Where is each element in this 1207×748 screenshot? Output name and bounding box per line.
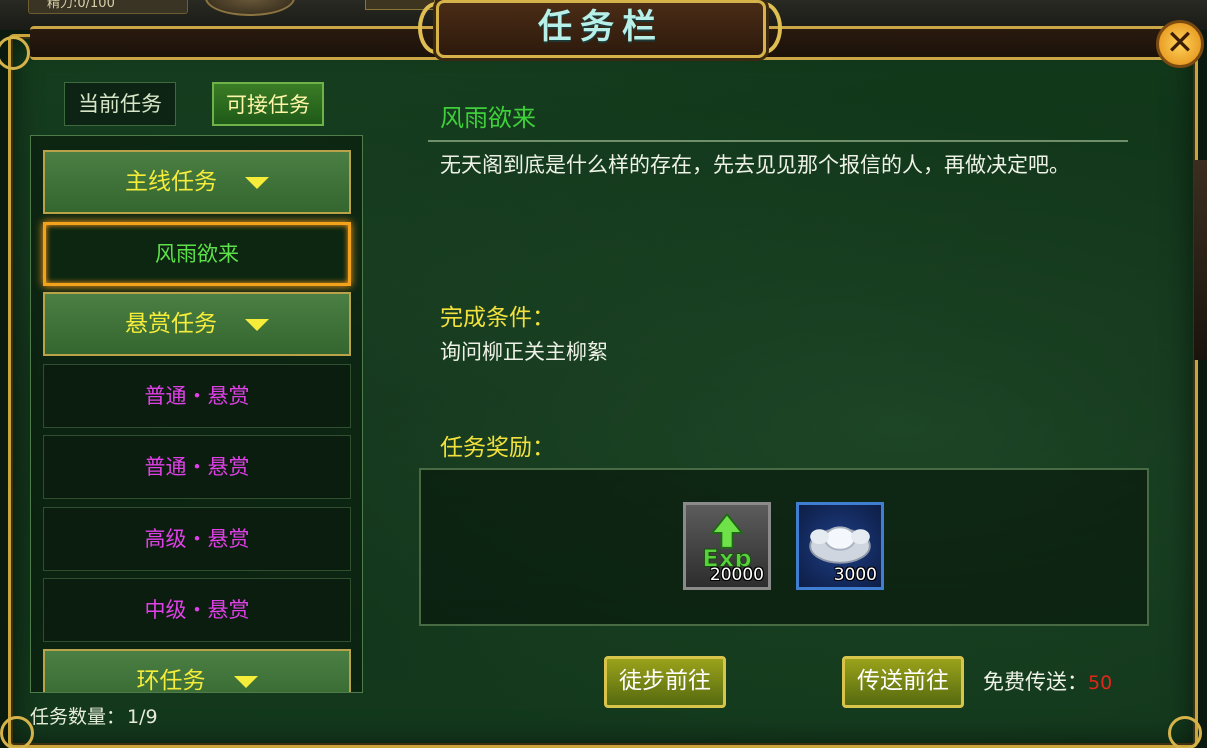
list-item-bounty[interactable]: 高级・悬赏 bbox=[43, 507, 351, 571]
quest-count: 任务数量： 1/9 bbox=[30, 702, 158, 729]
chevron-down-icon bbox=[245, 318, 269, 331]
free-teleport-count: 50 bbox=[1088, 672, 1113, 694]
reward-count: 3000 bbox=[833, 565, 877, 585]
free-teleport-info: 免费传送：50 bbox=[983, 666, 1112, 696]
list-item-bounty[interactable]: 普通・悬赏 bbox=[43, 364, 351, 428]
teleport-button[interactable]: 传送前往 bbox=[842, 656, 964, 708]
quest-list[interactable]: 主线任务 风雨欲来 悬赏任务 普通・悬赏 普通・悬赏 高级・悬赏 中级・悬赏 环… bbox=[30, 135, 363, 693]
corner-ornament-icon bbox=[0, 716, 34, 748]
reward-item-exp[interactable]: Exp 20000 bbox=[683, 502, 771, 590]
stamina-bar: 精力:0/100 bbox=[28, 0, 188, 14]
category-label: 主线任务 bbox=[125, 169, 217, 195]
background-scene-edge bbox=[1194, 160, 1207, 360]
quest-count-label: 任务数量： bbox=[30, 706, 126, 728]
divider bbox=[428, 140, 1128, 142]
condition-heading: 完成条件： bbox=[440, 305, 555, 331]
category-label: 环任务 bbox=[136, 668, 206, 693]
window-title: 任务栏 bbox=[538, 7, 664, 47]
quest-description: 无天阁到底是什么样的存在，先去见见那个报信的人，再做决定吧。 bbox=[440, 153, 1070, 177]
reward-panel bbox=[419, 468, 1149, 626]
quest-title: 风雨欲来 bbox=[440, 104, 536, 132]
close-button[interactable]: ✕ bbox=[1156, 20, 1204, 68]
list-item-bounty[interactable]: 中级・悬赏 bbox=[43, 578, 351, 642]
tab-available-quests[interactable]: 可接任务 bbox=[212, 82, 324, 126]
tab-current-quests[interactable]: 当前任务 bbox=[64, 82, 176, 126]
list-item-main-quest[interactable]: 风雨欲来 bbox=[43, 222, 351, 286]
chevron-down-icon bbox=[233, 675, 258, 688]
walk-to-button[interactable]: 徒步前往 bbox=[604, 656, 726, 708]
category-ring-quests[interactable]: 环任务 bbox=[43, 649, 351, 693]
title-plaque: 任务栏 bbox=[436, 0, 766, 58]
reward-count: 20000 bbox=[709, 565, 764, 585]
category-label: 悬赏任务 bbox=[125, 311, 217, 337]
condition-text: 询问柳正关主柳絮 bbox=[440, 340, 608, 364]
reward-item-silver[interactable]: 3000 bbox=[796, 502, 884, 590]
free-teleport-label: 免费传送： bbox=[983, 670, 1088, 694]
chevron-down-icon bbox=[245, 176, 269, 189]
quest-count-value: 1/9 bbox=[127, 706, 158, 728]
close-x-icon: ✕ bbox=[1165, 23, 1195, 63]
list-item-bounty[interactable]: 普通・悬赏 bbox=[43, 435, 351, 499]
category-bounty-quests[interactable]: 悬赏任务 bbox=[43, 292, 351, 356]
category-main-quests[interactable]: 主线任务 bbox=[43, 150, 351, 214]
corner-ornament-icon bbox=[1168, 716, 1202, 748]
reward-heading: 任务奖励： bbox=[440, 435, 555, 461]
